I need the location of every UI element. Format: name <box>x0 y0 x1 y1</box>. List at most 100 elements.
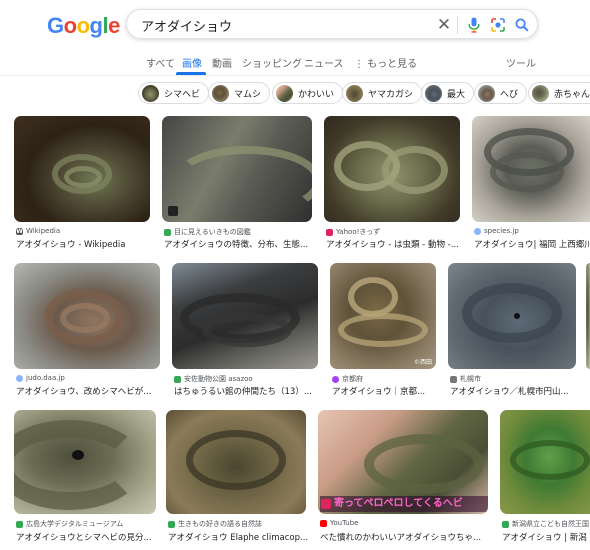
result-image[interactable] <box>166 410 306 514</box>
chip-saidai[interactable]: 最大 <box>421 82 475 104</box>
result-title[interactable]: アオダイショウ、改めシマヘビが... <box>16 385 162 397</box>
chip-akachan[interactable]: 赤ちゃん <box>528 82 590 104</box>
result-source[interactable]: 広島大学デジタルミュージアム <box>16 519 123 529</box>
result-image[interactable]: 寄ってペロペロしてくるヘビ <box>318 410 488 514</box>
chip-hebi[interactable]: へび <box>474 82 528 104</box>
result-title[interactable]: はちゅうるい館の仲間たち（13）... <box>174 385 320 397</box>
image-result-partial[interactable] <box>586 263 590 369</box>
snake-shape <box>348 277 398 317</box>
image-result[interactable]: 安佐動物公園 asazoo はちゅうるい館の仲間たち（13）... <box>172 263 318 401</box>
chip-mamushi[interactable]: マムシ <box>208 82 271 104</box>
result-source[interactable]: W Wikipedia <box>16 227 60 235</box>
source-icon <box>326 228 333 236</box>
source-name: 札幌市 <box>460 375 481 383</box>
source-icon <box>474 227 481 235</box>
image-result[interactable]: Yahoo!きっず アオダイショウ - は虫類 - 動物 -... <box>324 116 460 256</box>
close-icon[interactable]: ✕ <box>435 15 453 35</box>
chip-thumbnail <box>532 84 549 102</box>
chip-thumbnail <box>212 84 229 102</box>
logo-letter: o <box>76 13 90 38</box>
result-title[interactable]: アオダイショウ | 新潟 <box>502 531 590 543</box>
search-input[interactable]: アオダイショウ <box>141 16 232 35</box>
chip-shimahebi[interactable]: シマヘビ <box>138 82 210 104</box>
image-result[interactable]: 札幌市 アオダイショウ／札幌市円山... <box>448 263 576 401</box>
source-name: species.jp <box>484 227 519 235</box>
snake-shape <box>64 166 102 188</box>
search-tabs: すべて 画像 動画 ショッピング ニュース ⋮ もっと見る ツール <box>0 50 590 76</box>
tab-tools[interactable]: ツール <box>506 55 536 70</box>
result-source[interactable]: 生きもの好きの語る自然誌 <box>168 519 262 529</box>
chip-thumbnail <box>276 84 293 102</box>
tab-videos[interactable]: 動画 <box>212 55 232 70</box>
search-box[interactable]: アオダイショウ ✕ <box>126 9 538 39</box>
result-source[interactable]: species.jp <box>474 227 519 235</box>
result-image[interactable] <box>448 263 576 369</box>
result-source[interactable]: YouTube <box>320 519 358 527</box>
result-title[interactable]: アオダイショウ Elaphe climacop... <box>168 531 308 543</box>
source-icon <box>174 375 181 383</box>
result-source[interactable]: 京都府 <box>332 374 363 384</box>
image-result[interactable]: W Wikipedia アオダイショウ - Wikipedia <box>14 116 150 256</box>
result-image[interactable]: ©西田 <box>330 263 436 369</box>
lens-icon[interactable] <box>489 16 507 34</box>
result-title[interactable]: アオダイショウ／札幌市円山... <box>450 385 578 397</box>
source-icon <box>332 375 339 383</box>
result-source[interactable]: judo.daa.jp <box>16 374 65 382</box>
chip-thumbnail <box>478 84 495 102</box>
tab-all[interactable]: すべて <box>146 55 175 70</box>
tab-news[interactable]: ニュース <box>304 55 344 70</box>
image-result[interactable]: ©西田 京都府 アオダイショウ｜京都... <box>330 263 436 401</box>
image-result[interactable]: judo.daa.jp アオダイショウ、改めシマヘビが... <box>14 263 160 401</box>
source-name: Yahoo!きっず <box>336 228 381 236</box>
chip-label: へび <box>500 89 519 100</box>
result-image[interactable] <box>472 116 590 222</box>
image-result[interactable]: 目に見えるいきもの図鑑 アオダイショウの特徴、分布、生態... <box>162 116 312 256</box>
video-caption: 寄ってペロペロしてくるヘビ <box>320 496 488 512</box>
result-image[interactable] <box>14 116 150 222</box>
image-result[interactable]: 新潟県立こども自然王国 アオダイショウ | 新潟 <box>500 410 590 550</box>
result-title[interactable]: アオダイショウ - は虫類 - 動物 -... <box>326 238 462 250</box>
source-name: judo.daa.jp <box>26 374 65 382</box>
chip-label: 赤ちゃん <box>554 89 590 100</box>
result-title[interactable]: アオダイショウの特徴、分布、生態... <box>164 238 314 250</box>
result-title[interactable]: アオダイショウ - Wikipedia <box>16 238 152 250</box>
play-icon <box>321 499 331 509</box>
source-icon <box>168 520 175 528</box>
youtube-icon <box>320 519 327 527</box>
snake-shape <box>510 440 590 480</box>
chip-yamakagashi[interactable]: ヤマカガシ <box>342 82 423 104</box>
active-tab-indicator <box>176 72 206 75</box>
result-image[interactable] <box>14 410 156 514</box>
result-source[interactable]: 目に見えるいきもの図鑑 <box>164 227 251 237</box>
result-source[interactable]: 札幌市 <box>450 374 481 384</box>
result-source[interactable]: 新潟県立こども自然王国 <box>502 519 589 529</box>
google-logo[interactable]: Google <box>47 13 120 39</box>
image-result[interactable]: 寄ってペロペロしてくるヘビ YouTube べた慣れのかわいいアオダイショウちゃ… <box>318 410 488 550</box>
video-badge-icon <box>168 206 178 216</box>
result-image[interactable] <box>324 116 460 222</box>
header: Google アオダイショウ ✕ <box>0 0 590 50</box>
search-icon[interactable] <box>513 16 531 34</box>
image-result[interactable]: species.jp アオダイショウ| 福岡 上西郷川 <box>472 116 590 256</box>
result-title[interactable]: べた慣れのかわいいアオダイショウちゃ... <box>320 531 490 543</box>
result-title[interactable]: アオダイショウ｜京都... <box>332 385 438 397</box>
mic-icon[interactable] <box>465 16 483 34</box>
watermark: ©西田 <box>413 359 432 366</box>
result-source[interactable]: 安佐動物公園 asazoo <box>174 374 253 384</box>
chip-kawaii[interactable]: かわいい <box>272 82 344 104</box>
tab-shopping[interactable]: ショッピング <box>242 55 302 70</box>
result-image[interactable] <box>14 263 160 369</box>
result-title[interactable]: アオダイショウとシマヘビの見分... <box>16 531 158 543</box>
result-image[interactable] <box>500 410 590 514</box>
image-result[interactable]: 生きもの好きの語る自然誌 アオダイショウ Elaphe climacop... <box>166 410 308 550</box>
tab-more[interactable]: ⋮ もっと見る <box>354 55 417 70</box>
result-source[interactable]: Yahoo!きっず <box>326 227 380 237</box>
image-result[interactable]: 広島大学デジタルミュージアム アオダイショウとシマヘビの見分... <box>14 410 156 550</box>
result-image[interactable] <box>172 263 318 369</box>
tab-images[interactable]: 画像 <box>182 55 202 70</box>
source-icon <box>16 374 23 382</box>
result-image[interactable] <box>586 263 590 369</box>
source-name: 新潟県立こども自然王国 <box>512 520 589 528</box>
result-title[interactable]: アオダイショウ| 福岡 上西郷川 <box>474 238 590 250</box>
result-image[interactable] <box>162 116 312 222</box>
